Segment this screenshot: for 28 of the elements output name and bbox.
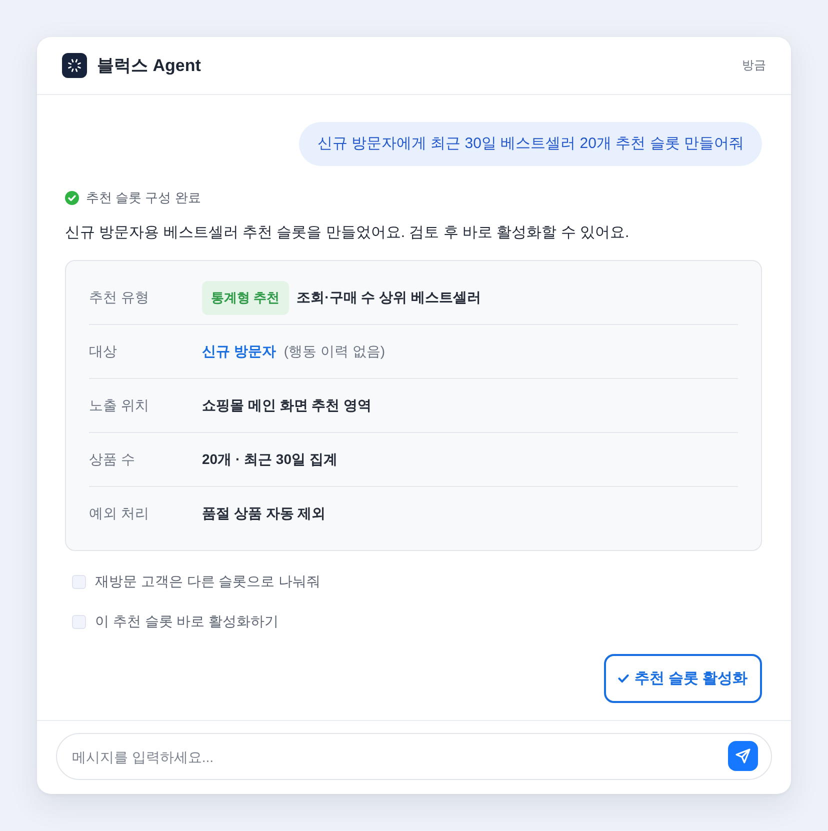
timestamp: 방금 [742,57,766,74]
send-button[interactable] [728,741,758,771]
detail-value: 쇼핑몰 메인 화면 추천 영역 [202,396,372,414]
detail-label: 추천 유형 [89,288,149,306]
detail-value: 20개 · 최근 30일 집계 [202,450,338,468]
message-input-field[interactable]: 메시지를 입력하세요... [56,733,772,780]
detail-value: 조회·구매 수 상위 베스트셀러 [296,288,481,306]
type-tag: 통계형 추천 [202,280,289,314]
logo-icon [62,53,87,78]
checkbox[interactable] [72,615,86,629]
detail-label: 대상 [89,342,117,360]
success-check-icon [65,191,79,205]
status-text: 추천 슬롯 구성 완료 [86,189,201,207]
agent-message: 신규 방문자용 베스트셀러 추천 슬롯을 만들었어요. 검토 후 바로 활성화할 수 있어요. [65,223,630,243]
check-icon [618,674,630,683]
activate-button[interactable]: 추천 슬롯 활성화 [604,654,762,703]
checkbox[interactable] [72,575,86,589]
app-title: 블럭스 Agent [97,55,201,77]
option-label: 이 추천 슬롯 바로 활성화하기 [95,613,279,631]
detail-value: 품절 상품 자동 제외 [202,504,326,522]
detail-note: (행동 이력 없음) [284,342,385,360]
detail-label: 노출 위치 [89,396,149,414]
detail-label: 상품 수 [89,450,135,468]
user-message-bubble: 신규 방문자에게 최근 30일 베스트셀러 20개 추천 슬롯 만들어줘 [299,122,762,166]
send-icon [735,748,751,764]
option-label: 재방문 고객은 다른 슬롯으로 나눠줘 [95,573,321,591]
segment-text: 신규 방문자 [202,342,276,360]
detail-label: 예외 처리 [89,504,149,522]
